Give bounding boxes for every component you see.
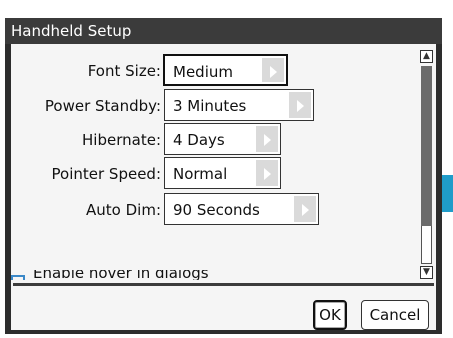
pointer-speed-row: Pointer Speed: <box>11 157 161 191</box>
settings-panel: Font Size: Medium Power Standby: 3 Minut… <box>11 44 436 330</box>
dialog-title: Handheld Setup <box>5 18 442 44</box>
auto-dim-value: 90 Seconds <box>173 201 260 219</box>
font-size-label: Font Size: <box>87 62 161 80</box>
hibernate-select[interactable]: 4 Days <box>164 123 281 155</box>
hover-checkbox-label: Enable hover in dialogs <box>33 270 209 280</box>
power-standby-select[interactable]: 3 Minutes <box>164 89 314 121</box>
pointer-speed-value: Normal <box>173 165 228 183</box>
chevron-right-icon <box>294 196 316 222</box>
chevron-right-icon <box>289 92 311 118</box>
background-accent <box>442 175 453 212</box>
power-standby-label: Power Standby: <box>44 97 161 115</box>
font-size-row: Font Size: <box>11 54 161 88</box>
hibernate-row: Hibernate: <box>11 123 161 157</box>
chevron-right-icon <box>256 160 278 186</box>
hover-checkbox[interactable] <box>11 275 25 280</box>
ok-button[interactable]: OK <box>313 300 347 330</box>
auto-dim-select[interactable]: 90 Seconds <box>164 193 319 225</box>
cancel-button[interactable]: Cancel <box>361 300 429 330</box>
hibernate-value: 4 Days <box>173 131 225 149</box>
scroll-up-icon[interactable]: ▲ <box>420 50 433 63</box>
handheld-setup-dialog: Handheld Setup Font Size: Medium Power S… <box>5 18 442 334</box>
chevron-right-icon <box>256 126 278 152</box>
pointer-speed-label: Pointer Speed: <box>51 165 161 183</box>
scrollbar[interactable]: ▲ ▼ <box>420 50 435 280</box>
scroll-thumb[interactable] <box>421 66 432 226</box>
font-size-value: Medium <box>173 63 233 81</box>
power-standby-row: Power Standby: <box>11 89 161 123</box>
power-standby-value: 3 Minutes <box>173 97 247 115</box>
hibernate-label: Hibernate: <box>82 131 161 149</box>
pointer-speed-select[interactable]: Normal <box>164 157 281 189</box>
auto-dim-row: Auto Dim: <box>11 193 161 227</box>
scroll-down-icon[interactable]: ▼ <box>420 266 433 279</box>
chevron-right-icon <box>262 58 284 82</box>
font-size-select[interactable]: Medium <box>163 54 288 86</box>
auto-dim-label: Auto Dim: <box>86 201 161 219</box>
divider <box>13 283 434 286</box>
